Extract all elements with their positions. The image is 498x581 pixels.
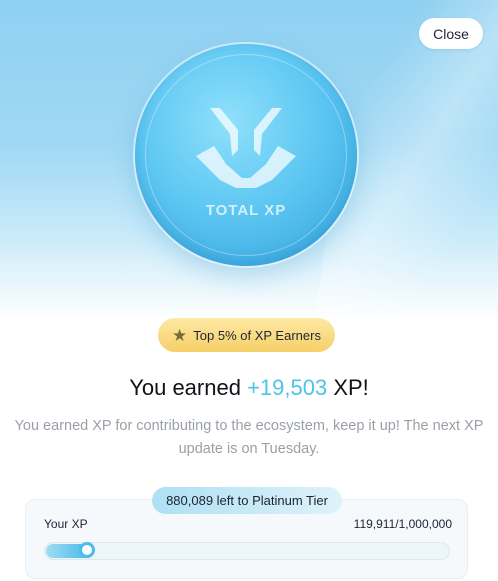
badge-text: Top 5% of XP Earners: [193, 327, 321, 343]
coin-label: TOTAL XP: [205, 202, 287, 219]
tier-remaining-pill: 880,089 left to Platinum Tier: [152, 487, 342, 514]
xp-progress-bar: [44, 542, 450, 560]
xp-count: 119,911/1,000,000: [353, 517, 452, 531]
title-suffix: XP!: [327, 375, 369, 400]
earned-description: You earned XP for contributing to the ec…: [14, 418, 484, 457]
xp-progress-knob: [79, 542, 95, 558]
total-xp-coin: TOTAL XP: [135, 44, 357, 266]
title-prefix: You earned: [129, 375, 248, 400]
close-button[interactable]: Close: [419, 18, 483, 49]
xp-logo-icon: [196, 108, 296, 188]
xp-earned-modal: Close TOTAL XP ★ Top 5% of XP Earners Yo…: [0, 0, 498, 581]
earned-title: You earned +19,503 XP!: [0, 375, 498, 401]
rank-badge: ★ Top 5% of XP Earners: [158, 318, 335, 352]
xp-amount: +19,503: [247, 375, 328, 400]
your-xp-label: Your XP: [44, 517, 88, 531]
star-icon: ★: [172, 325, 188, 345]
